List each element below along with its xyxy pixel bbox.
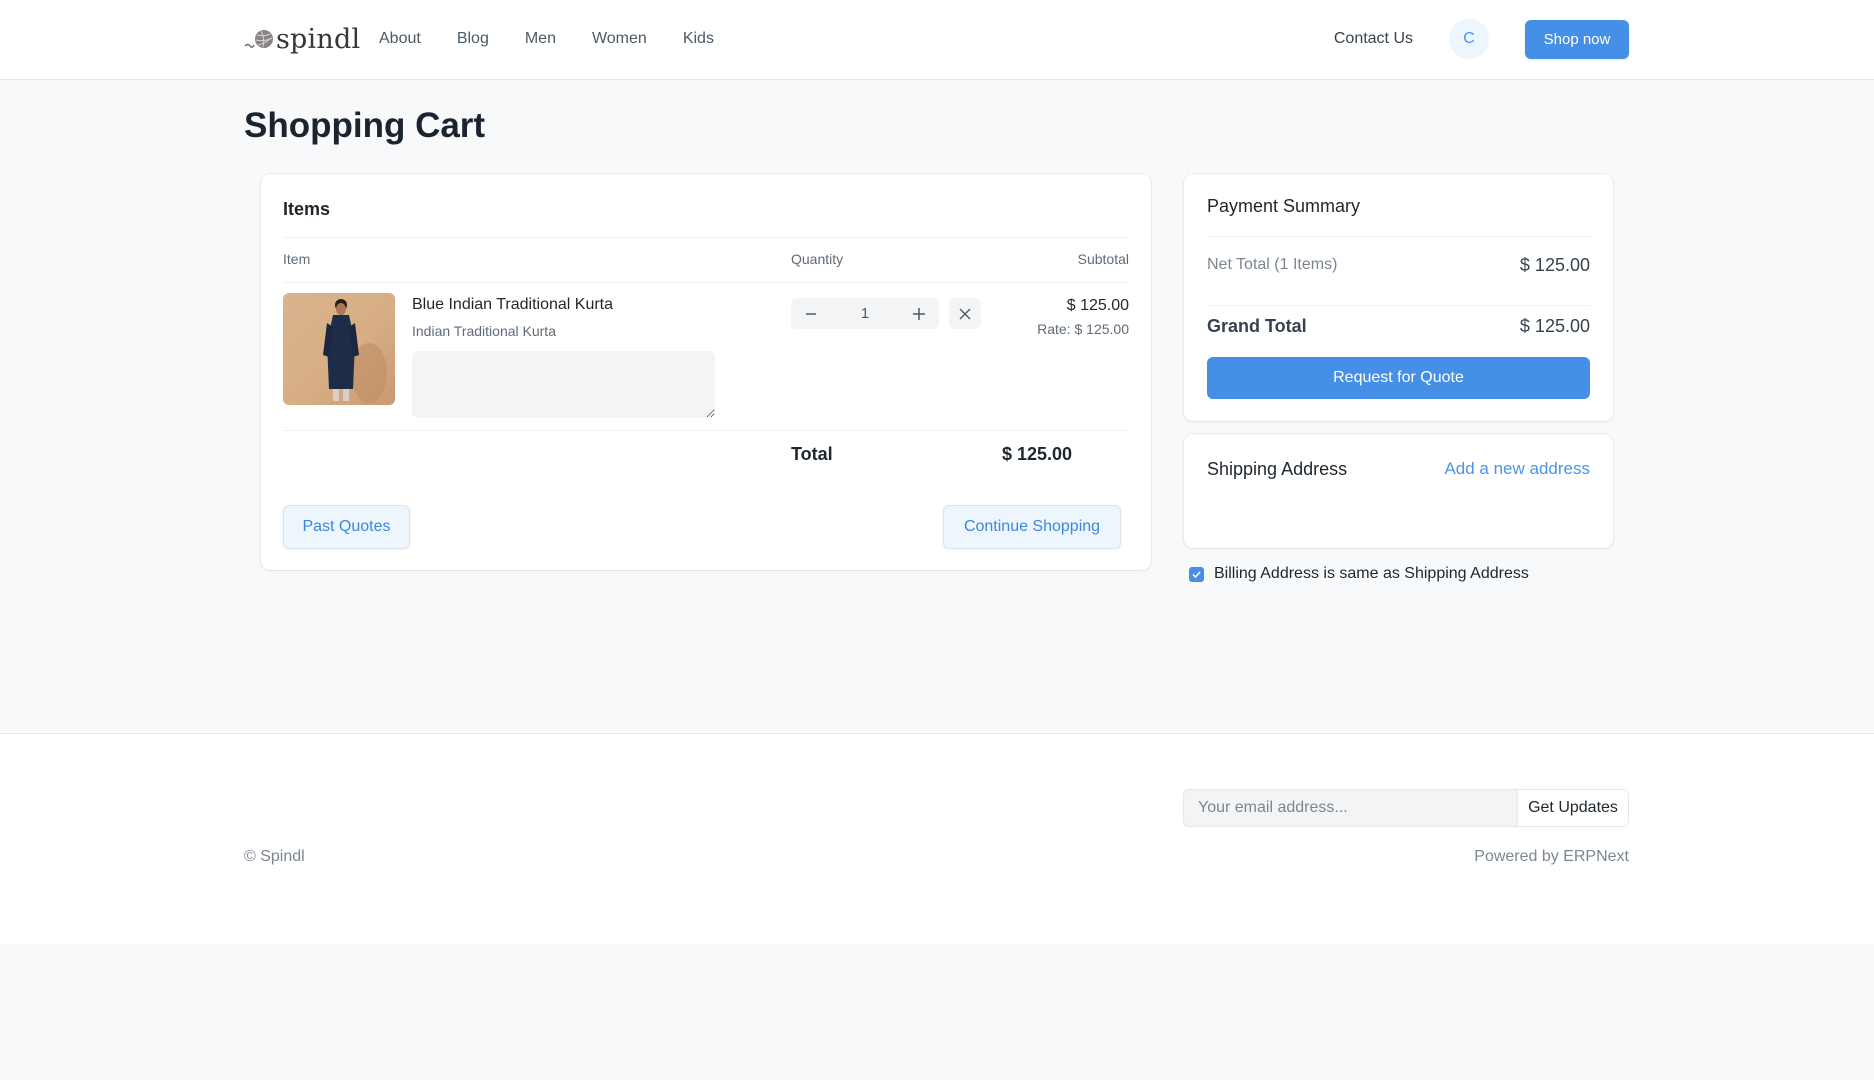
column-header-item: Item xyxy=(283,251,311,267)
page-title: Shopping Cart xyxy=(244,106,486,145)
request-for-quote-button[interactable]: Request for Quote xyxy=(1207,357,1590,399)
divider xyxy=(283,430,1129,431)
past-quotes-button[interactable]: Past Quotes xyxy=(283,505,410,549)
billing-same-label: Billing Address is same as Shipping Addr… xyxy=(1214,565,1529,582)
item-subtotal: $ 125.00 xyxy=(1066,297,1129,314)
divider xyxy=(283,282,1129,283)
divider xyxy=(1207,305,1590,306)
yarn-ball-icon xyxy=(244,30,273,48)
item-notes-textarea[interactable] xyxy=(412,351,715,418)
item-description: Indian Traditional Kurta xyxy=(412,323,556,339)
items-card-title: Items xyxy=(283,199,331,219)
grand-total-label: Grand Total xyxy=(1207,316,1307,336)
nav-link-women[interactable]: Women xyxy=(592,28,647,50)
nav-link-men[interactable]: Men xyxy=(525,28,556,50)
divider xyxy=(283,237,1129,238)
column-header-quantity: Quantity xyxy=(791,251,844,267)
contact-us-link[interactable]: Contact Us xyxy=(1334,30,1413,48)
main-nav: About Blog Men Women Kids xyxy=(379,28,750,50)
net-total-label: Net Total (1 Items) xyxy=(1207,256,1338,273)
navbar: spindl About Blog Men Women Kids Contact… xyxy=(0,0,1874,80)
get-updates-button[interactable]: Get Updates xyxy=(1517,789,1629,827)
remove-item-button[interactable] xyxy=(949,298,981,329)
increment-button[interactable] xyxy=(909,304,929,324)
total-label: Total xyxy=(791,444,833,464)
footer: Get Updates © Spindl Powered by ERPNext xyxy=(0,733,1874,944)
decrement-button[interactable] xyxy=(801,304,821,324)
user-avatar[interactable]: C xyxy=(1449,19,1489,59)
continue-shopping-button[interactable]: Continue Shopping xyxy=(943,505,1121,549)
item-name[interactable]: Blue Indian Traditional Kurta xyxy=(412,296,613,314)
nav-link-blog[interactable]: Blog xyxy=(457,28,489,50)
billing-same-checkbox[interactable] xyxy=(1189,566,1204,582)
nav-link-about[interactable]: About xyxy=(379,28,421,50)
payment-summary-card: Payment Summary Net Total (1 Items) $ 12… xyxy=(1184,174,1613,421)
plus-icon xyxy=(913,307,925,320)
net-total-value: $ 125.00 xyxy=(1519,255,1590,275)
cart-items-card: Items Item Quantity Subtotal Blue Indian… xyxy=(261,174,1151,570)
add-new-address-link[interactable]: Add a new address xyxy=(1444,459,1590,479)
billing-same-as-shipping: Billing Address is same as Shipping Addr… xyxy=(1189,565,1529,583)
brand-name: spindl xyxy=(276,23,361,55)
email-input[interactable] xyxy=(1183,789,1518,827)
shop-now-button[interactable]: Shop now xyxy=(1525,19,1629,59)
checkmark-icon xyxy=(1192,570,1201,578)
column-header-subtotal: Subtotal xyxy=(1077,251,1129,267)
quantity-input[interactable] xyxy=(845,305,885,322)
kurta-figure-icon xyxy=(323,299,387,403)
nav-link-kids[interactable]: Kids xyxy=(683,28,714,50)
total-value: $ 125.00 xyxy=(1002,444,1073,464)
shipping-address-title: Shipping Address xyxy=(1207,459,1348,479)
payment-summary-title: Payment Summary xyxy=(1207,196,1361,216)
navbar-right: Contact Us C Shop now xyxy=(1334,19,1629,59)
grand-total-value: $ 125.00 xyxy=(1519,316,1590,336)
powered-by-link[interactable]: Powered by ERPNext xyxy=(1474,848,1629,866)
shipping-address-card: Shipping Address Add a new address xyxy=(1184,434,1613,548)
divider xyxy=(1207,236,1590,237)
kurta-product-image[interactable] xyxy=(283,293,395,405)
brand-logo[interactable]: spindl xyxy=(244,22,360,56)
minus-icon xyxy=(806,312,816,315)
copyright-text: © Spindl xyxy=(244,848,305,865)
quantity-stepper xyxy=(791,298,939,329)
close-icon xyxy=(959,308,971,319)
item-rate: Rate: $ 125.00 xyxy=(1037,321,1129,337)
